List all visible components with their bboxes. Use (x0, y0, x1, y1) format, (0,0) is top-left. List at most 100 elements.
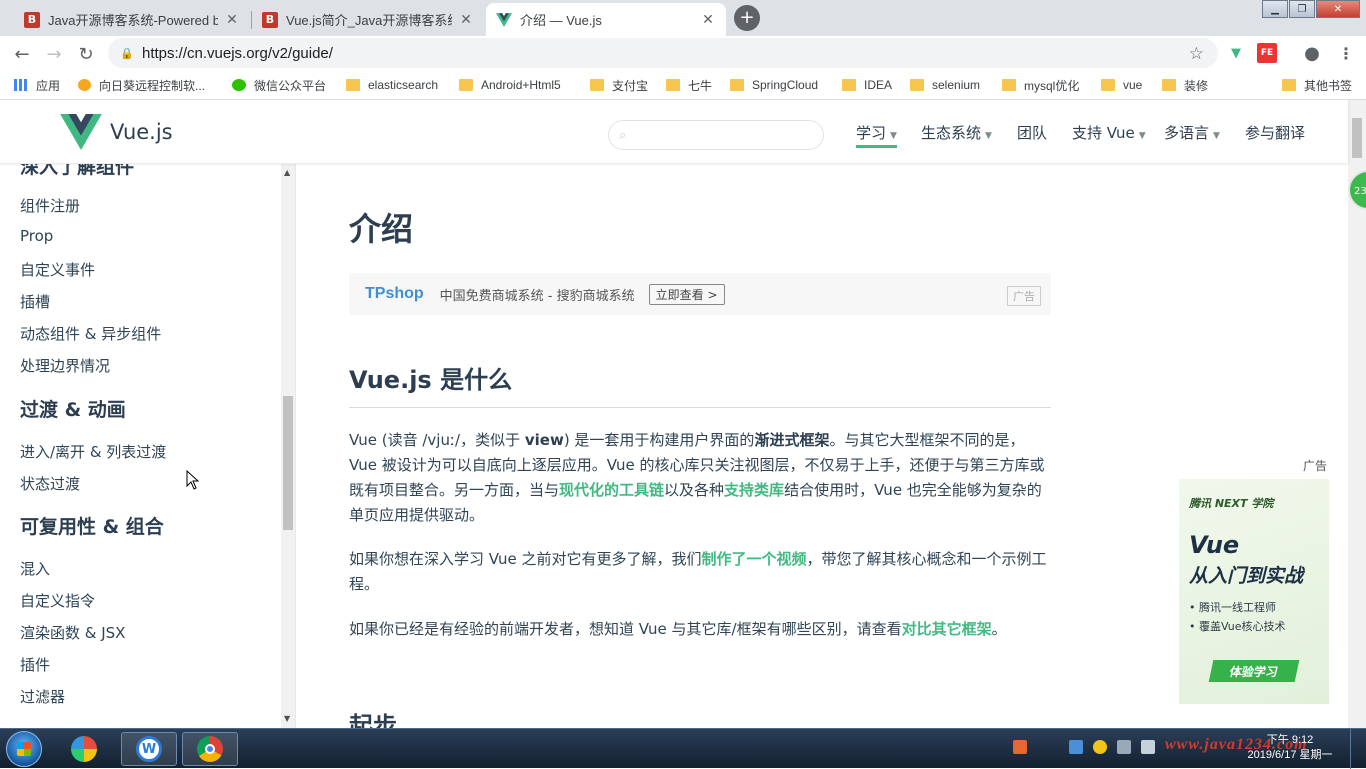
site-header: Vue.js ⌕ 学习 ▼ 生态系统 ▼ 团队 支持 Vue ▼ 多语言 ▼ 参与翻译 (0, 100, 1348, 164)
close-window-button[interactable]: ✕ (1316, 0, 1360, 18)
taskbar-app-editor[interactable]: W (121, 732, 177, 766)
nav-team[interactable]: 团队 (1017, 122, 1047, 143)
ad-brand[interactable]: TPshop (365, 285, 424, 303)
sidebar-item-enter-leave[interactable]: 进入/离开 & 列表过渡 (20, 441, 166, 462)
link-modern-tooling[interactable]: 现代化的工具链 (559, 481, 664, 499)
sidebar-item-plugins[interactable]: 插件 (20, 654, 50, 675)
profile-icon[interactable]: ● (1302, 43, 1322, 64)
link-comparison[interactable]: 对比其它框架 (902, 620, 992, 638)
carbon-ad[interactable]: TPshop 中国免费商城系统 - 搜豹商城系统 立即查看 > 广告 (349, 273, 1051, 315)
bookmark-apps[interactable]: 应用 (14, 76, 60, 94)
bookmark-mysql[interactable]: mysql优化 (1002, 76, 1079, 94)
address-bar[interactable]: 🔒 https://cn.vuejs.org/v2/guide/ ☆ (108, 38, 1218, 68)
sidebar-item-custom-events[interactable]: 自定义事件 (20, 259, 95, 280)
ad-view-button[interactable]: 立即查看 > (648, 283, 725, 305)
vue-logo-icon (60, 114, 102, 150)
bookmark-label: elasticsearch (368, 78, 439, 92)
bookmark-other[interactable]: 其他书签 (1282, 76, 1352, 94)
bookmark-alipay[interactable]: 支付宝 (590, 76, 648, 94)
bookmark-idea[interactable]: IDEA (842, 76, 892, 94)
maximize-button[interactable]: ❐ (1289, 0, 1315, 18)
bookmark-springcloud[interactable]: SpringCloud (730, 76, 818, 94)
sidebar-item-slots[interactable]: 插槽 (20, 291, 50, 312)
search-icon: ⌕ (619, 127, 627, 143)
taskbar-app-chrome[interactable] (182, 732, 238, 766)
scroll-up-icon[interactable]: ▲ (284, 168, 290, 177)
bookmark-elasticsearch[interactable]: elasticsearch (346, 76, 438, 94)
bookmark-label: 其他书签 (1304, 78, 1353, 93)
bookmark-sunlogin[interactable]: 向日葵远程控制软... (78, 76, 205, 94)
close-icon[interactable]: ✕ (700, 12, 716, 28)
nav-label: 生态系统 (921, 124, 982, 142)
minimize-button[interactable]: ▁ (1262, 0, 1288, 18)
tray-flag-icon[interactable] (1141, 740, 1155, 754)
new-tab-button[interactable]: + (734, 5, 760, 31)
tray-plus-icon[interactable] (1093, 740, 1107, 754)
ad-description[interactable]: 中国免费商城系统 - 搜豹商城系统 (440, 285, 635, 304)
guide-sidebar: 深入了解组件 组件注册 Prop 自定义事件 插槽 动态组件 & 异步组件 处理… (0, 164, 296, 728)
link-supporting-libraries[interactable]: 支持类库 (724, 481, 784, 499)
forward-icon[interactable]: → (42, 42, 66, 66)
nav-ecosystem[interactable]: 生态系统 ▼ (921, 122, 992, 143)
bookmark-star-icon[interactable]: ☆ (1189, 44, 1204, 64)
nav-learn[interactable]: 学习 ▼ (856, 122, 897, 148)
bookmark-label: vue (1123, 78, 1143, 92)
sidebar-scroll-thumb[interactable] (283, 396, 293, 530)
sidebar-item-component-registration[interactable]: 组件注册 (20, 195, 80, 216)
search-input[interactable]: ⌕ (608, 120, 824, 150)
reload-icon[interactable]: ↻ (74, 42, 98, 66)
float-badge: 23 (1354, 186, 1366, 197)
bookmark-vue[interactable]: vue (1101, 76, 1142, 94)
sidebar-item-custom-directives[interactable]: 自定义指令 (20, 590, 95, 611)
taskbar-app-colorful[interactable] (56, 732, 112, 766)
url-text[interactable]: https://cn.vuejs.org/v2/guide/ (142, 45, 333, 62)
chevron-down-icon: ▼ (985, 131, 992, 141)
page-scroll-thumb[interactable] (1352, 118, 1362, 158)
sidebar-heading-reusability[interactable]: 可复用性 & 组合 (20, 512, 164, 539)
tencent-ad-banner[interactable]: 腾讯 NEXT 学院 Vue 从入门到实战 • 腾讯一线工程师 • 覆盖Vue核… (1179, 479, 1329, 704)
sidebar-item-edge-cases[interactable]: 处理边界情况 (20, 355, 110, 376)
divider (349, 407, 1051, 408)
sidebar-item-render-functions[interactable]: 渲染函数 & JSX (20, 622, 125, 643)
nav-label: 参与翻译 (1245, 124, 1306, 142)
start-button[interactable] (6, 731, 42, 767)
tab-vue-intro-blog[interactable]: B Vue.js简介_Java开源博客系统-P ✕ (252, 3, 484, 36)
link-intro-video[interactable]: 制作了一个视频 (702, 550, 807, 568)
sidebar-heading-components-in-depth[interactable]: 深入了解组件 (20, 164, 134, 179)
nav-support-vue[interactable]: 支持 Vue ▼ (1072, 122, 1146, 143)
blog-favicon-icon: B (24, 11, 40, 28)
tab-java-blog[interactable]: B Java开源博客系统-Powered by ✕ (14, 3, 250, 36)
nav-languages[interactable]: 多语言 ▼ (1164, 122, 1220, 143)
back-icon[interactable]: ← (10, 42, 34, 66)
bookmark-android-html5[interactable]: Android+Html5 (459, 76, 561, 94)
menu-icon[interactable]: ⋮ (1336, 43, 1356, 63)
sidebar-item-filters[interactable]: 过滤器 (20, 686, 65, 707)
sidebar-item-mixins[interactable]: 混入 (20, 558, 50, 579)
bookmark-selenium[interactable]: selenium (910, 76, 980, 94)
comparison-paragraph: 如果你已经是有经验的前端开发者，想知道 Vue 与其它库/框架有哪些区别，请查看… (349, 620, 1007, 638)
site-logo[interactable]: Vue.js (60, 114, 173, 150)
close-icon[interactable]: ✕ (458, 12, 474, 28)
tray-network-icon[interactable] (1117, 740, 1131, 754)
show-desktop-button[interactable] (1350, 729, 1366, 769)
ad-cta-button[interactable]: 体验学习 (1208, 660, 1300, 682)
bookmark-decoration[interactable]: 装修 (1162, 76, 1208, 94)
sidebar-heading-transitions[interactable]: 过渡 & 动画 (20, 395, 126, 422)
chevron-down-icon: ▼ (1213, 131, 1220, 141)
fe-extension-icon[interactable]: FE (1257, 43, 1277, 63)
tray-app-icon[interactable] (1013, 740, 1027, 754)
bookmark-qiniu[interactable]: 七牛 (666, 76, 712, 94)
tray-shield-icon[interactable] (1069, 740, 1083, 754)
nav-translate[interactable]: 参与翻译 (1245, 122, 1305, 143)
tab-vuejs-guide[interactable]: 介绍 — Vue.js ✕ (486, 3, 726, 36)
system-clock[interactable]: 下午 9:12 2019/6/17 星期一 (1240, 733, 1340, 763)
sidebar-item-prop[interactable]: Prop (20, 227, 53, 245)
sidebar-scrollbar[interactable]: ▲ ▼ (281, 164, 295, 728)
scroll-down-icon[interactable]: ▼ (284, 714, 290, 723)
sidebar-item-dynamic-async[interactable]: 动态组件 & 异步组件 (20, 323, 161, 344)
bookmark-wechat[interactable]: 微信公众平台 (232, 76, 326, 94)
sidebar-item-state-transitions[interactable]: 状态过渡 (20, 473, 80, 494)
close-icon[interactable]: ✕ (224, 12, 240, 28)
vue-devtools-icon[interactable]: ▼ (1226, 43, 1246, 63)
bookmark-label: IDEA (864, 78, 893, 92)
